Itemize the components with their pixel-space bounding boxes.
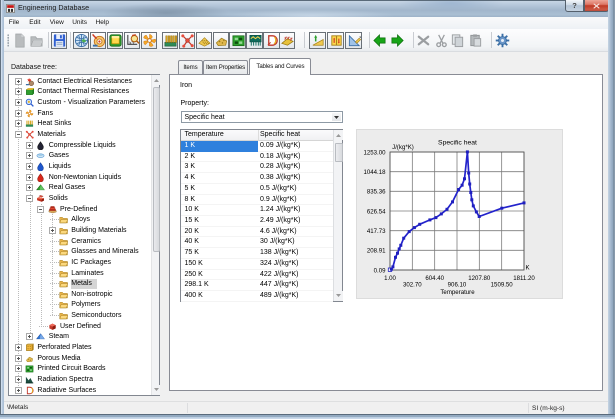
svg-text:1811.20: 1811.20 <box>513 275 535 282</box>
svg-text:1509.50: 1509.50 <box>491 281 514 288</box>
svg-text:604.40: 604.40 <box>425 275 444 282</box>
svg-text:Specific heat: Specific heat <box>438 140 477 147</box>
svg-text:906.10: 906.10 <box>448 281 467 288</box>
svg-text:417.73: 417.73 <box>367 228 386 235</box>
svg-text:K: K <box>526 265 530 272</box>
svg-text:208.91: 208.91 <box>367 248 386 255</box>
svg-text:835.36: 835.36 <box>367 189 386 196</box>
svg-text:J/(kg*K): J/(kg*K) <box>392 144 414 151</box>
svg-text:0.09: 0.09 <box>374 267 386 274</box>
svg-text:1044.18: 1044.18 <box>363 169 386 176</box>
svg-text:626.54: 626.54 <box>367 208 386 215</box>
svg-text:1253.00: 1253.00 <box>363 149 386 156</box>
svg-text:Temperature: Temperature <box>440 289 475 296</box>
svg-text:302.70: 302.70 <box>403 281 422 288</box>
svg-text:1.00: 1.00 <box>384 275 396 282</box>
svg-text:1207.80: 1207.80 <box>468 275 491 282</box>
